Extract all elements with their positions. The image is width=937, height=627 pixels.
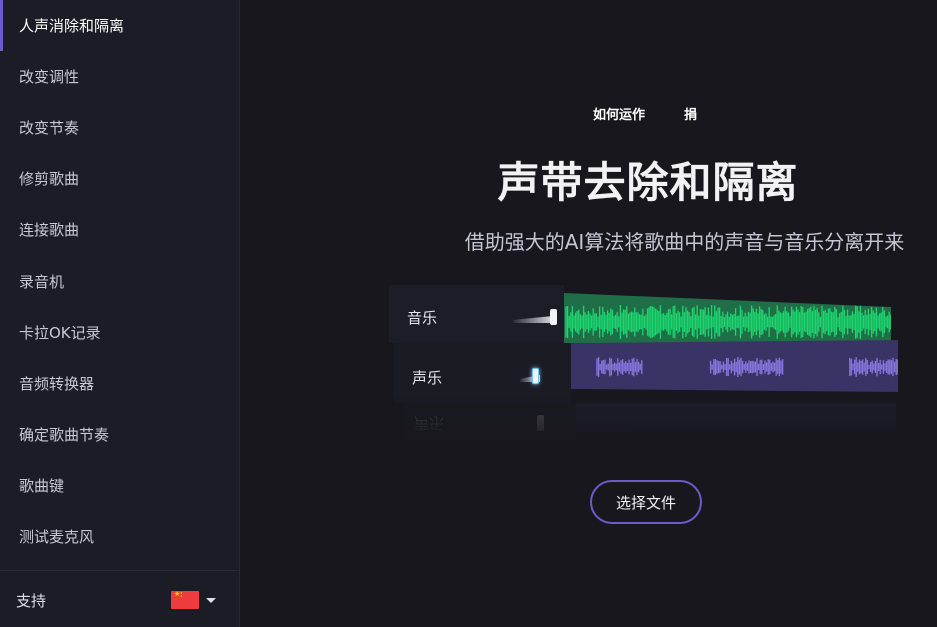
sidebar-item-change-tempo[interactable]: 改变节奏 xyxy=(0,102,239,153)
page-title: 声带去除和隔离 xyxy=(497,158,799,207)
chevron-down-icon xyxy=(206,597,216,603)
donate-link[interactable]: 捐 xyxy=(684,104,697,123)
sidebar-item-label: 修剪歌曲 xyxy=(19,170,80,188)
vocal-track-panel: 声乐 xyxy=(394,343,571,403)
music-waveform-graphic xyxy=(564,293,891,343)
sidebar-item-song-key[interactable]: 歌曲键 xyxy=(0,460,239,511)
vocal-volume-slider xyxy=(532,368,539,384)
sidebar-item-label: 改变节奏 xyxy=(19,119,80,137)
sidebar-item-label: 连接歌曲 xyxy=(19,221,80,239)
vocal-waveform-graphic xyxy=(571,340,898,392)
music-track-panel: 音乐 xyxy=(389,285,564,343)
sidebar-item-label: 录音机 xyxy=(19,273,65,291)
mixer-illustration: 音乐 声乐 声乐 xyxy=(389,285,905,455)
music-volume-slider xyxy=(550,309,557,325)
sidebar-item-label: 歌曲键 xyxy=(19,477,65,495)
reflection-fade xyxy=(389,397,905,455)
sidebar-item-label: 改变调性 xyxy=(19,68,80,86)
vocal-waveform xyxy=(571,340,898,392)
sidebar-item-trim-song[interactable]: 修剪歌曲 xyxy=(0,153,239,204)
sidebar-item-label: 卡拉OK记录 xyxy=(19,324,101,342)
china-flag-icon: ★ ★ xyxy=(171,591,199,609)
sidebar-item-label: 确定歌曲节奏 xyxy=(19,426,110,444)
vocal-track-label: 声乐 xyxy=(412,369,443,387)
select-file-button[interactable]: 选择文件 xyxy=(590,480,702,524)
music-waveform xyxy=(564,293,891,343)
sidebar-item-audio-converter[interactable]: 音频转换器 xyxy=(0,358,239,409)
sidebar-item-label: 音频转换器 xyxy=(19,375,95,393)
sidebar-item-karaoke[interactable]: 卡拉OK记录 xyxy=(0,307,239,358)
sidebar-item-bpm-finder[interactable]: 确定歌曲节奏 xyxy=(0,409,239,460)
sidebar-item-label: 人声消除和隔离 xyxy=(19,17,125,35)
sidebar-item-label: 测试麦克风 xyxy=(19,528,95,546)
sidebar-item-vocal-remover[interactable]: 人声消除和隔离 xyxy=(0,0,239,51)
sidebar: 人声消除和隔离 改变调性 改变节奏 修剪歌曲 连接歌曲 录音机 卡拉OK记录 音… xyxy=(0,0,240,627)
how-it-works-link[interactable]: 如何运作 xyxy=(593,104,645,123)
sidebar-item-change-key[interactable]: 改变调性 xyxy=(0,51,239,102)
support-link[interactable]: 支持 xyxy=(16,590,46,611)
sidebar-item-mic-test[interactable]: 测试麦克风 xyxy=(0,511,239,562)
sidebar-footer: 支持 ★ ★ xyxy=(0,570,239,627)
music-track-label: 音乐 xyxy=(407,309,438,327)
sidebar-item-join-songs[interactable]: 连接歌曲 xyxy=(0,204,239,255)
language-selector[interactable]: ★ ★ xyxy=(171,591,216,609)
sidebar-item-recorder[interactable]: 录音机 xyxy=(0,256,239,307)
music-volume-track xyxy=(513,316,553,323)
page-subtitle: 借助强大的AI算法将歌曲中的声音与音乐分离开来 xyxy=(464,230,905,254)
